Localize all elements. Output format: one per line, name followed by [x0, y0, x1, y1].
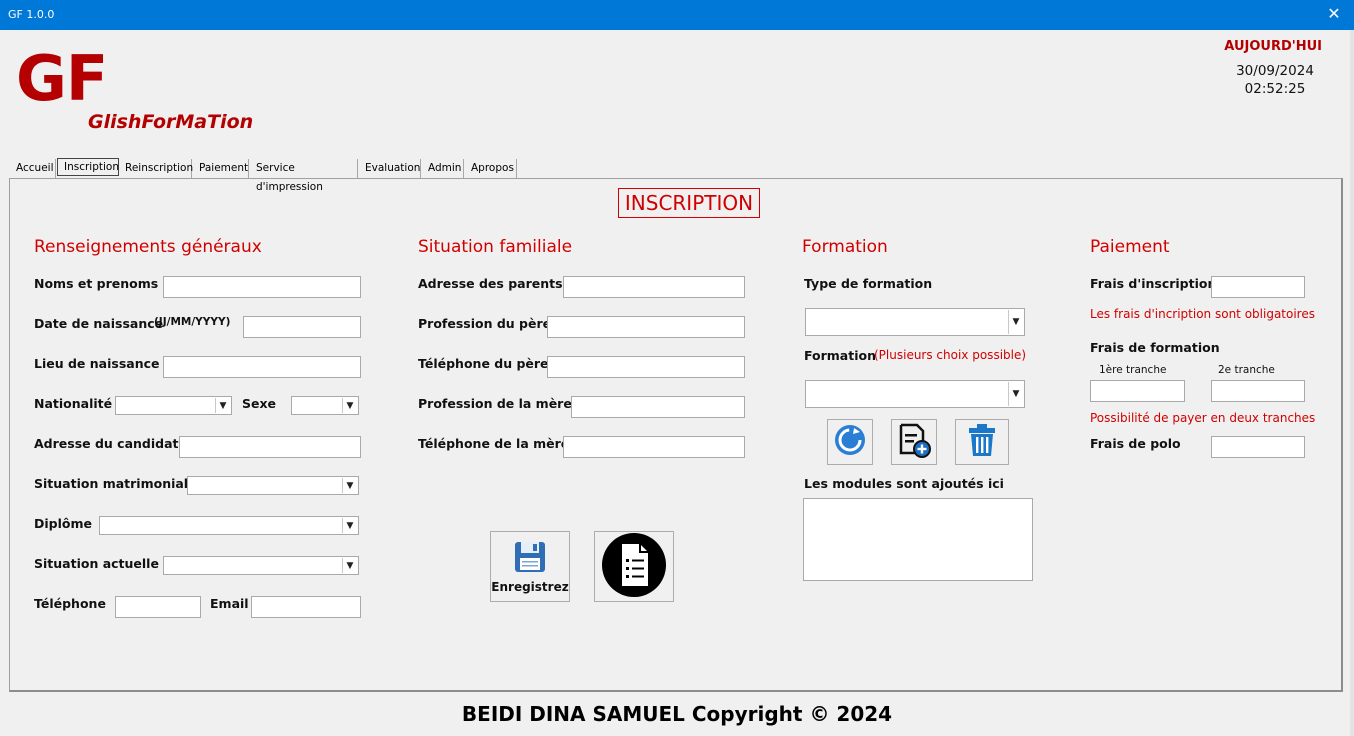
label-noms: Noms et prenoms: [34, 276, 159, 291]
refresh-button[interactable]: [827, 419, 873, 465]
save-button[interactable]: Enregistrez: [490, 531, 570, 602]
today-label: AUJOURD'HUI: [1224, 39, 1322, 54]
label-situation-actuelle: Situation actuelle: [34, 556, 159, 571]
sexe-select[interactable]: ▼: [291, 396, 359, 415]
label-telephone: Téléphone: [34, 596, 106, 611]
tranche2-input[interactable]: [1211, 380, 1305, 402]
label-date-naissance: Date de naissance: [34, 316, 164, 331]
chevron-down-icon[interactable]: ▼: [342, 518, 357, 533]
label-tranche1: 1ère tranche: [1099, 364, 1167, 376]
tab-evaluation[interactable]: Evaluation: [359, 159, 421, 178]
tranche-note: Possibilité de payer en deux tranches: [1090, 411, 1316, 425]
label-modules: Les modules sont ajoutés ici: [804, 476, 1004, 491]
adresse-parents-input[interactable]: [563, 276, 745, 298]
add-module-button[interactable]: [891, 419, 937, 465]
type-formation-select[interactable]: ▼: [805, 308, 1025, 336]
section-title-family: Situation familiale: [418, 237, 573, 257]
add-list-icon: [896, 422, 932, 462]
tranche1-input[interactable]: [1090, 380, 1185, 402]
email-input[interactable]: [251, 596, 361, 618]
label-lieu: Lieu de naissance: [34, 356, 160, 371]
tab-service-impression[interactable]: Service d'impression: [250, 159, 358, 193]
frais-inscription-note: Les frais d'incription sont obligatoires: [1090, 307, 1315, 321]
chevron-down-icon[interactable]: ▼: [342, 398, 357, 413]
floppy-disk-icon: [513, 540, 547, 578]
tab-inscription[interactable]: Inscription: [57, 158, 119, 176]
tel-pere-input[interactable]: [547, 356, 745, 378]
close-icon[interactable]: ✕: [1324, 4, 1344, 24]
nationalite-select[interactable]: ▼: [115, 396, 232, 415]
label-sexe: Sexe: [242, 396, 277, 411]
page-title: INSCRIPTION: [618, 188, 760, 218]
frais-polo-input[interactable]: [1211, 436, 1305, 458]
tab-paiement[interactable]: Paiement: [193, 159, 249, 178]
today-time: 02:52:25: [1244, 81, 1306, 97]
section-title-paiement: Paiement: [1090, 237, 1170, 257]
footer-copyright: BEIDI DINA SAMUEL Copyright © 2024: [461, 702, 893, 726]
section-title-formation: Formation: [802, 237, 888, 257]
refresh-icon: [833, 423, 867, 461]
checklist-icon: [598, 532, 670, 602]
matrimoniale-select[interactable]: ▼: [187, 476, 359, 495]
profession-pere-input[interactable]: [547, 316, 745, 338]
chevron-down-icon[interactable]: ▼: [215, 398, 230, 413]
tab-reinscription[interactable]: Reinscription: [119, 159, 193, 178]
diplome-select[interactable]: ▼: [99, 516, 359, 535]
label-nationalite: Nationalité: [34, 396, 113, 411]
label-adresse: Adresse du candidat: [34, 436, 179, 451]
window-edge: [1350, 30, 1354, 736]
section-title-general: Renseignements généraux: [34, 237, 262, 257]
label-date-format: (JJ/MM/YYYY): [154, 316, 231, 328]
date-naissance-input[interactable]: [243, 316, 361, 338]
label-formation: Formation: [804, 348, 876, 363]
lieu-input[interactable]: [163, 356, 361, 378]
noms-input[interactable]: [163, 276, 361, 298]
today-date: 30/09/2024: [1236, 63, 1314, 79]
label-frais-formation: Frais de formation: [1090, 340, 1220, 355]
chevron-down-icon[interactable]: ▼: [342, 478, 357, 493]
adresse-input[interactable]: [179, 436, 361, 458]
chevron-down-icon[interactable]: ▼: [1008, 382, 1023, 406]
chevron-down-icon[interactable]: ▼: [342, 558, 357, 573]
label-tel-mere: Téléphone de la mère: [418, 436, 570, 451]
label-diplome: Diplôme: [34, 516, 92, 531]
formation-select[interactable]: ▼: [805, 380, 1025, 408]
telephone-input[interactable]: [115, 596, 201, 618]
tel-mere-input[interactable]: [563, 436, 745, 458]
label-profession-pere: Profession du père: [418, 316, 552, 331]
label-profession-mere: Profession de la mère: [418, 396, 572, 411]
trash-icon: [965, 422, 999, 462]
modules-list[interactable]: [803, 498, 1033, 581]
window-titlebar: GF 1.0.0 ✕: [0, 0, 1354, 30]
label-tel-pere: Téléphone du père: [418, 356, 549, 371]
tab-admin[interactable]: Admin: [422, 159, 464, 178]
app-logo: GF: [16, 42, 108, 115]
label-frais-polo: Frais de polo: [1090, 436, 1181, 451]
label-adresse-parents: Adresse des parents: [418, 276, 563, 291]
label-email: Email: [210, 596, 249, 611]
app-name: GlishForMaTion: [88, 111, 254, 133]
label-matrimoniale: Situation matrimoniale: [34, 476, 197, 491]
save-button-label: Enregistrez: [491, 579, 569, 594]
label-type-formation: Type de formation: [804, 276, 933, 291]
window-title: GF 1.0.0: [8, 8, 55, 21]
frais-inscription-input[interactable]: [1211, 276, 1305, 298]
label-frais-inscription: Frais d'inscription: [1090, 276, 1217, 291]
delete-module-button[interactable]: [955, 419, 1009, 465]
label-tranche2: 2e tranche: [1218, 364, 1275, 376]
tab-apropos[interactable]: Apropos: [465, 159, 517, 178]
formation-note: (Plusieurs choix possible): [874, 348, 1027, 362]
chevron-down-icon[interactable]: ▼: [1008, 310, 1023, 334]
profession-mere-input[interactable]: [571, 396, 745, 418]
checklist-button[interactable]: [594, 531, 674, 602]
tab-accueil[interactable]: Accueil: [10, 159, 56, 178]
situation-actuelle-select[interactable]: ▼: [163, 556, 359, 575]
